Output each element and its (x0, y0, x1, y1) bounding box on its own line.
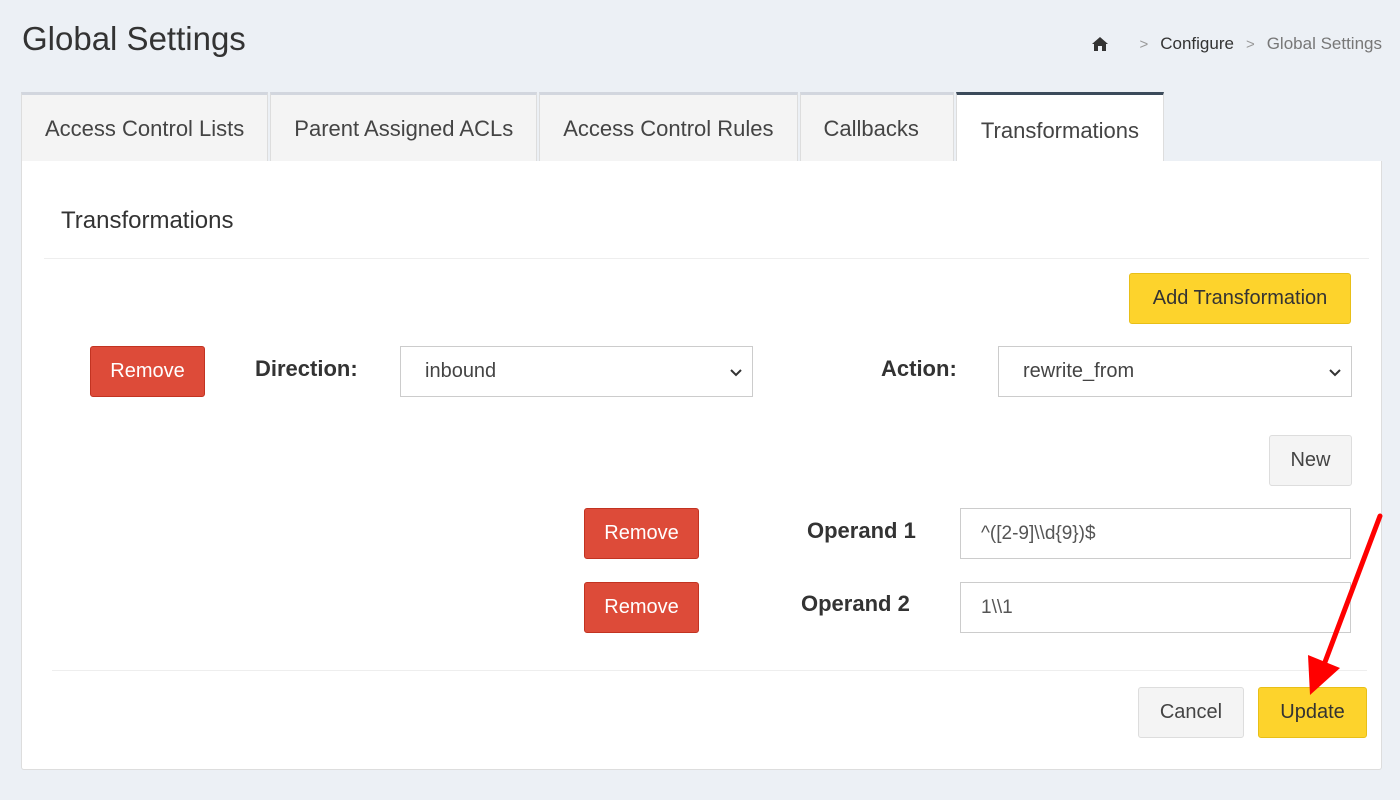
section-title: Transformations (61, 207, 234, 234)
remove-operand-1-button[interactable]: Remove (584, 508, 699, 559)
new-operand-button[interactable]: New (1269, 435, 1352, 486)
home-icon[interactable] (1091, 36, 1109, 52)
tab-callbacks[interactable]: Callbacks (799, 92, 954, 162)
operand-2-label: Operand 2 (801, 591, 910, 616)
breadcrumb-separator: > (1139, 35, 1149, 53)
remove-operand-2-button[interactable]: Remove (584, 582, 699, 633)
direction-label: Direction: (255, 356, 358, 381)
action-label: Action: (881, 356, 957, 381)
breadcrumb-configure[interactable]: Configure (1160, 34, 1234, 54)
tab-access-control-lists[interactable]: Access Control Lists (21, 92, 269, 162)
action-select[interactable]: rewrite_from (998, 346, 1352, 397)
direction-value: inbound (425, 360, 497, 382)
breadcrumb: > Configure > Global Settings (1091, 34, 1382, 54)
update-button[interactable]: Update (1258, 687, 1367, 738)
divider (44, 258, 1369, 259)
operand-1-label: Operand 1 (807, 518, 916, 543)
direction-select[interactable]: inbound (400, 346, 753, 397)
operand-2-input[interactable]: 1\\1 (960, 582, 1351, 633)
chevron-down-icon (1327, 363, 1343, 379)
remove-transformation-button[interactable]: Remove (90, 346, 205, 397)
action-value: rewrite_from (1023, 360, 1135, 382)
chevron-down-icon (728, 363, 744, 379)
page-title: Global Settings (22, 20, 246, 57)
add-transformation-button[interactable]: Add Transformation (1129, 273, 1351, 324)
tab-access-control-rules[interactable]: Access Control Rules (539, 92, 798, 162)
breadcrumb-current: Global Settings (1266, 34, 1382, 53)
breadcrumb-separator: > (1245, 35, 1255, 53)
transformations-panel: Transformations Add Transformation Remov… (21, 161, 1382, 770)
cancel-button[interactable]: Cancel (1138, 687, 1244, 738)
operand-1-input[interactable]: ^([2-9]\\d{9})$ (960, 508, 1351, 559)
tab-transformations[interactable]: Transformations (955, 92, 1165, 163)
tab-parent-assigned-acls[interactable]: Parent Assigned ACLs (270, 92, 538, 162)
settings-tabs: Access Control Lists Parent Assigned ACL… (21, 92, 1166, 163)
divider (52, 670, 1367, 671)
